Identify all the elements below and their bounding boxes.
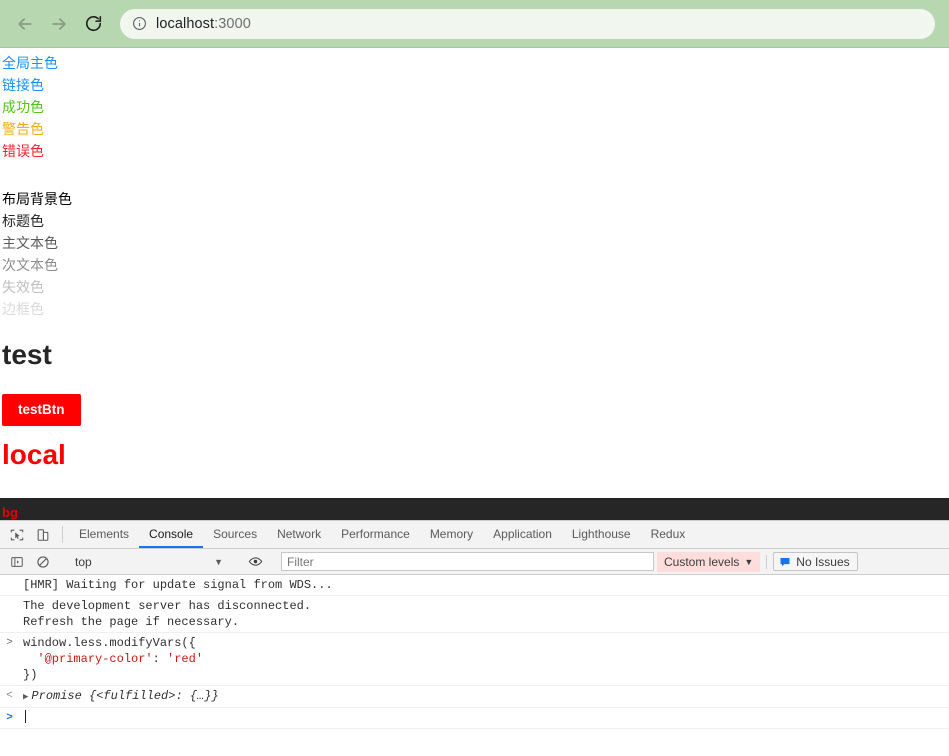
list-item: 错误色	[2, 143, 44, 159]
tab-performance[interactable]: Performance	[331, 521, 420, 548]
reload-icon	[85, 16, 101, 32]
tab-network[interactable]: Network	[267, 521, 331, 548]
url-port: :3000	[214, 15, 251, 32]
log-levels-dropdown[interactable]: Custom levels ▼	[657, 551, 761, 572]
input-code: window.less.modifyVars({ '@primary-color…	[19, 635, 949, 683]
tab-application[interactable]: Application	[483, 521, 562, 548]
input-string-key: '@primary-color'	[37, 652, 153, 666]
reload-button[interactable]	[78, 9, 108, 39]
console-input-entry: > window.less.modifyVars({ '@primary-col…	[0, 633, 949, 686]
console-message: The development server has disconnected.…	[0, 596, 949, 633]
tab-console[interactable]: Console	[139, 521, 204, 548]
input-colon: :	[152, 652, 168, 666]
console-message: [HMR] Waiting for update signal from WDS…	[0, 575, 949, 596]
result-text: Promise {<fulfilled>: {…}}	[31, 689, 219, 703]
arrow-left-icon	[18, 17, 32, 30]
devtools-panel: Elements Console Sources Network Perform…	[0, 520, 949, 756]
list-item: 布局背景色	[2, 191, 72, 207]
list-item: 警告色	[2, 121, 44, 137]
arrow-right-icon	[52, 17, 66, 30]
message-text: The development server has disconnected.…	[23, 599, 312, 629]
page-title: test	[2, 339, 52, 370]
list-item: 次文本色	[2, 257, 58, 273]
test-button[interactable]: testBtn	[2, 394, 81, 426]
back-button[interactable]	[10, 9, 40, 39]
prompt-icon: >	[6, 712, 13, 724]
background-bar-label: bg	[2, 504, 18, 520]
list-item: 标题色	[2, 213, 44, 229]
background-bar: bg	[0, 498, 949, 520]
console-result-entry: < ▶ Promise {<fulfilled>: {…}}	[0, 686, 949, 708]
execution-context-label: top	[75, 554, 92, 569]
toolbar-divider	[62, 526, 63, 543]
tab-memory[interactable]: Memory	[420, 521, 483, 548]
list-item: 链接色	[2, 77, 44, 93]
execution-context-dropdown[interactable]: top ▼	[69, 552, 229, 572]
issues-label: No Issues	[796, 554, 850, 569]
issues-message-icon	[779, 556, 791, 568]
page-content: 全局主色 链接色 成功色 警告色 错误色 布局背景色 标题色 主文本色 次文本色…	[0, 48, 949, 520]
url-host: localhost	[156, 15, 215, 32]
list-item: 失效色	[2, 279, 44, 295]
swatch-group-divider	[0, 162, 949, 184]
console-prompt-input[interactable]	[19, 710, 949, 726]
log-levels-label: Custom levels	[664, 554, 740, 569]
console-prompt-row[interactable]: >	[0, 708, 949, 729]
list-item: 主文本色	[2, 235, 58, 251]
list-item: 全局主色	[2, 55, 58, 71]
console-output[interactable]: [HMR] Waiting for update signal from WDS…	[0, 575, 949, 756]
devtools-tabbar: Elements Console Sources Network Perform…	[0, 521, 949, 549]
device-toolbar-icon[interactable]	[30, 521, 56, 548]
console-filter-toolbar: top ▼ Custom levels ▼ No Issues	[0, 549, 949, 575]
list-item: 边框色	[2, 301, 44, 317]
tab-lighthouse[interactable]: Lighthouse	[562, 521, 641, 548]
expand-triangle-icon[interactable]: ▶	[23, 689, 28, 705]
filter-divider-4	[766, 554, 768, 569]
info-circle-icon[interactable]	[132, 16, 147, 31]
chevron-down-icon: ▼	[744, 556, 754, 567]
console-sidebar-icon[interactable]	[4, 555, 30, 569]
list-item: 成功色	[2, 99, 44, 115]
input-line-1: window.less.modifyVars({	[23, 636, 196, 650]
result-gutter-icon: <	[6, 690, 13, 702]
local-heading: local	[2, 439, 66, 470]
tab-sources[interactable]: Sources	[203, 521, 267, 548]
input-line-3: })	[23, 668, 38, 682]
eye-icon[interactable]	[242, 554, 268, 569]
issues-button[interactable]: No Issues	[773, 552, 858, 571]
clear-console-icon[interactable]	[30, 555, 56, 569]
input-gutter-icon: >	[6, 637, 13, 649]
input-string-value: 'red'	[167, 652, 204, 666]
address-bar[interactable]: localhost:3000	[120, 8, 935, 39]
message-text: [HMR] Waiting for update signal from WDS…	[23, 578, 333, 592]
tab-elements[interactable]: Elements	[69, 521, 139, 548]
forward-button[interactable]	[44, 9, 74, 39]
inspect-element-icon[interactable]	[4, 521, 30, 548]
primary-color-swatch-list: 全局主色 链接色 成功色 警告色 错误色	[0, 48, 949, 162]
tab-redux[interactable]: Redux	[641, 521, 696, 548]
browser-toolbar: localhost:3000	[0, 0, 949, 48]
neutral-color-swatch-list: 布局背景色 标题色 主文本色 次文本色 失效色 边框色	[0, 184, 949, 320]
result-text-wrap[interactable]: ▶ Promise {<fulfilled>: {…}}	[19, 688, 949, 705]
console-filter-input[interactable]	[281, 552, 654, 571]
url-text: localhost:3000	[156, 16, 251, 32]
chevron-down-icon: ▼	[214, 556, 223, 567]
text-cursor	[25, 710, 26, 723]
test-button-wrapper: testBtn	[0, 394, 949, 426]
